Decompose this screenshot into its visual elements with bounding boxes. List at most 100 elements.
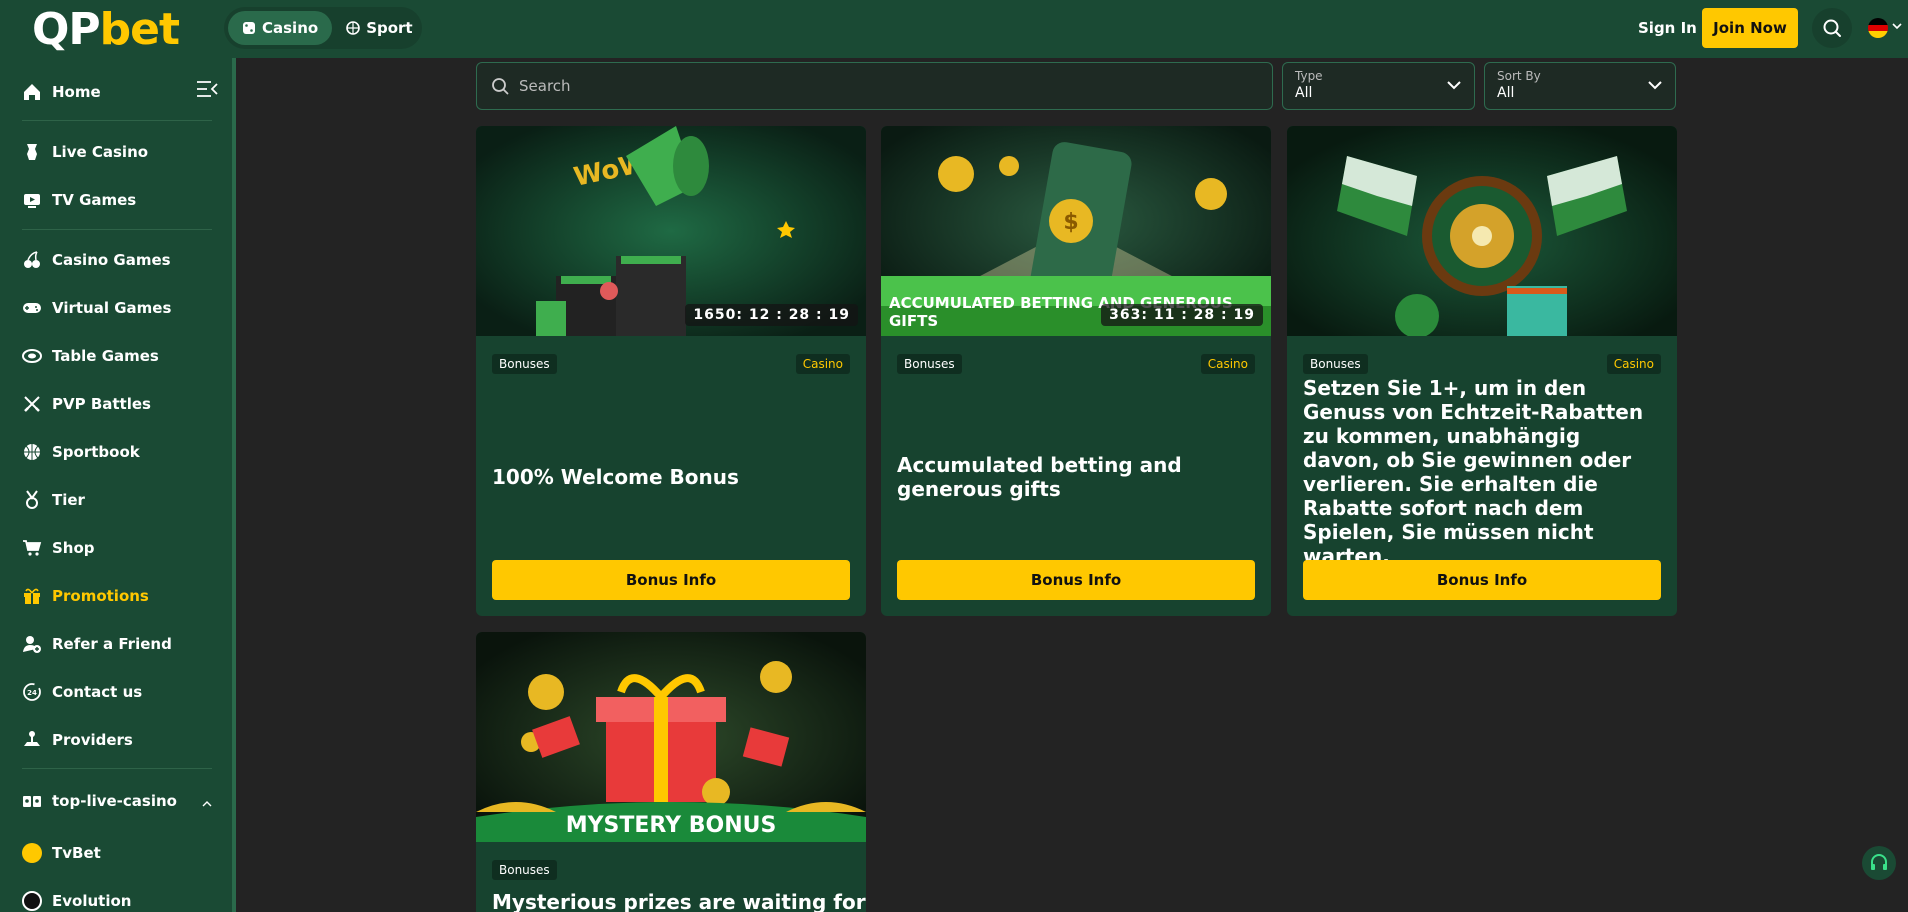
promo-card: Bonuses Casino Setzen Sie 1+, um in den …: [1287, 126, 1677, 616]
sidebar-item-pvp-battles[interactable]: PVP Battles: [22, 389, 218, 419]
bonus-info-button[interactable]: Bonus Info: [897, 560, 1255, 600]
sidebar-item-live-casino[interactable]: Live Casino: [22, 137, 218, 167]
promo-image-welcome[interactable]: WoW 1650: 12 : 28 : 19: [476, 126, 866, 336]
sign-in-link[interactable]: Sign In: [1638, 19, 1697, 37]
sidebar-item-label: PVP Battles: [52, 395, 151, 413]
cards-icon: [23, 796, 41, 807]
promo-search-field[interactable]: [476, 62, 1273, 110]
logo-part1: QP: [32, 4, 101, 55]
join-now-button[interactable]: Join Now: [1702, 8, 1798, 48]
swords-icon: [24, 396, 40, 412]
sidebar-item-providers[interactable]: Providers: [22, 725, 218, 755]
sidebar-item-label: Table Games: [52, 347, 159, 365]
tag-badge: Bonuses: [1303, 354, 1368, 374]
sidebar: Home Live Casino TV Games Casino Games V…: [0, 58, 236, 912]
sort-dropdown-value: All: [1497, 85, 1515, 101]
sidebar-divider: [22, 768, 212, 769]
sidebar-item-label: Shop: [52, 539, 95, 557]
svg-text:$: $: [1063, 210, 1078, 235]
sidebar-item-label: Home: [52, 83, 101, 101]
svg-text:24: 24: [27, 689, 37, 697]
chevron-up-icon[interactable]: [202, 800, 212, 808]
type-dropdown-value: All: [1295, 85, 1313, 101]
sidebar-item-casino-games[interactable]: Casino Games: [22, 245, 218, 275]
logo-part2: bet: [99, 4, 180, 55]
sidebar-item-table-games[interactable]: Table Games: [22, 341, 218, 371]
sidebar-divider: [22, 229, 212, 230]
search-icon: [492, 78, 509, 95]
sidebar-item-label: Live Casino: [52, 143, 149, 161]
header-search-button[interactable]: [1812, 8, 1852, 48]
card-tags: Bonuses: [492, 860, 850, 880]
chevron-down-icon: [1447, 81, 1461, 90]
sidebar-item-top-live-casino[interactable]: top-live-casino: [22, 786, 218, 816]
joystick-icon: [24, 731, 40, 746]
sport-tab-label: Sport: [366, 19, 413, 37]
type-dropdown[interactable]: Type All: [1282, 62, 1475, 110]
sidebar-item-refer-a-friend[interactable]: Refer a Friend: [22, 629, 218, 659]
sidebar-item-label: Refer a Friend: [52, 635, 172, 653]
promo-title: Mysterious prizes are waiting for: [492, 890, 866, 912]
sidebar-item-label: TvBet: [52, 844, 101, 862]
search-icon: [1823, 19, 1841, 37]
promo-image-mystery[interactable]: MYSTERY BONUS: [476, 632, 866, 842]
bonus-info-button[interactable]: Bonus Info: [492, 560, 850, 600]
sport-tab[interactable]: Sport: [332, 11, 426, 45]
bonus-info-button[interactable]: Bonus Info: [1303, 560, 1661, 600]
sort-by-dropdown[interactable]: Sort By All: [1484, 62, 1676, 110]
chevron-down-icon[interactable]: [1892, 22, 1902, 30]
sidebar-item-tv-games[interactable]: TV Games: [22, 185, 218, 215]
sidebar-item-promotions[interactable]: Promotions: [22, 581, 218, 611]
sidebar-item-label: Casino Games: [52, 251, 171, 269]
promo-card: $ ACCUMULATED BETTING AND GENEROUS GIFTS…: [881, 126, 1271, 616]
promo-image-accumulated[interactable]: $ ACCUMULATED BETTING AND GENEROUS GIFTS…: [881, 126, 1271, 336]
tv-icon: [24, 194, 40, 208]
search-input[interactable]: [519, 77, 1219, 95]
sidebar-item-home[interactable]: Home: [22, 77, 218, 107]
image-caption: MYSTERY BONUS: [565, 813, 777, 838]
sidebar-item-tier[interactable]: Tier: [22, 485, 218, 515]
logo[interactable]: QPbet: [32, 4, 180, 55]
tvbet-icon: [22, 843, 42, 863]
language-flag-icon[interactable]: [1868, 18, 1888, 38]
tag-badge: Bonuses: [492, 354, 557, 374]
cart-icon: [23, 540, 42, 556]
promo-title: 100% Welcome Bonus: [492, 465, 739, 489]
promo-image-rebates[interactable]: [1287, 126, 1677, 336]
promo-title: Setzen Sie 1+, um in den Genuss von Echt…: [1303, 376, 1644, 568]
support-24-icon: 24: [23, 683, 41, 701]
sidebar-item-tvbet[interactable]: TvBet: [22, 838, 218, 868]
sidebar-item-label: Promotions: [52, 587, 149, 605]
card-tags: Bonuses Casino: [492, 354, 850, 374]
sidebar-item-virtual-games[interactable]: Virtual Games: [22, 293, 218, 323]
sidebar-item-label: Virtual Games: [52, 299, 172, 317]
sidebar-item-label: TV Games: [52, 191, 137, 209]
promo-title: Accumulated betting and generous gifts: [897, 453, 1182, 501]
sidebar-item-sportbook[interactable]: Sportbook: [22, 437, 218, 467]
chevron-down-icon: [1648, 81, 1662, 90]
card-tags: Bonuses Casino: [1303, 354, 1661, 374]
card-tags: Bonuses Casino: [897, 354, 1255, 374]
promo-card: WoW 1650: 12 : 28 : 19 Bonuses Casino 10…: [476, 126, 866, 616]
sidebar-item-evolution[interactable]: Evolution: [22, 886, 218, 912]
promo-card: MYSTERY BONUS Bonuses Mysterious prizes …: [476, 632, 866, 912]
mystery-gift-illustration: [476, 632, 866, 842]
casino-tab[interactable]: Casino: [228, 11, 333, 45]
home-icon: [24, 84, 40, 100]
casino-tab-label: Casino: [262, 19, 319, 37]
sidebar-item-label: top-live-casino: [52, 792, 177, 810]
type-dropdown-label: Type: [1295, 69, 1323, 83]
sidebar-item-contact-us[interactable]: 24 Contact us: [22, 677, 218, 707]
sidebar-item-label: Contact us: [52, 683, 143, 701]
live-support-button[interactable]: [1862, 846, 1896, 880]
category-badge: Casino: [1606, 354, 1661, 374]
cherries-icon: [24, 251, 40, 268]
sidebar-divider: [22, 120, 212, 121]
sidebar-item-shop[interactable]: Shop: [22, 533, 218, 563]
evolution-icon: [22, 891, 42, 911]
refer-icon: [23, 636, 41, 653]
sidebar-item-label: Tier: [52, 491, 85, 509]
tag-badge: Bonuses: [897, 354, 962, 374]
gamepad-icon: [23, 303, 41, 313]
sort-dropdown-label: Sort By: [1497, 69, 1541, 83]
